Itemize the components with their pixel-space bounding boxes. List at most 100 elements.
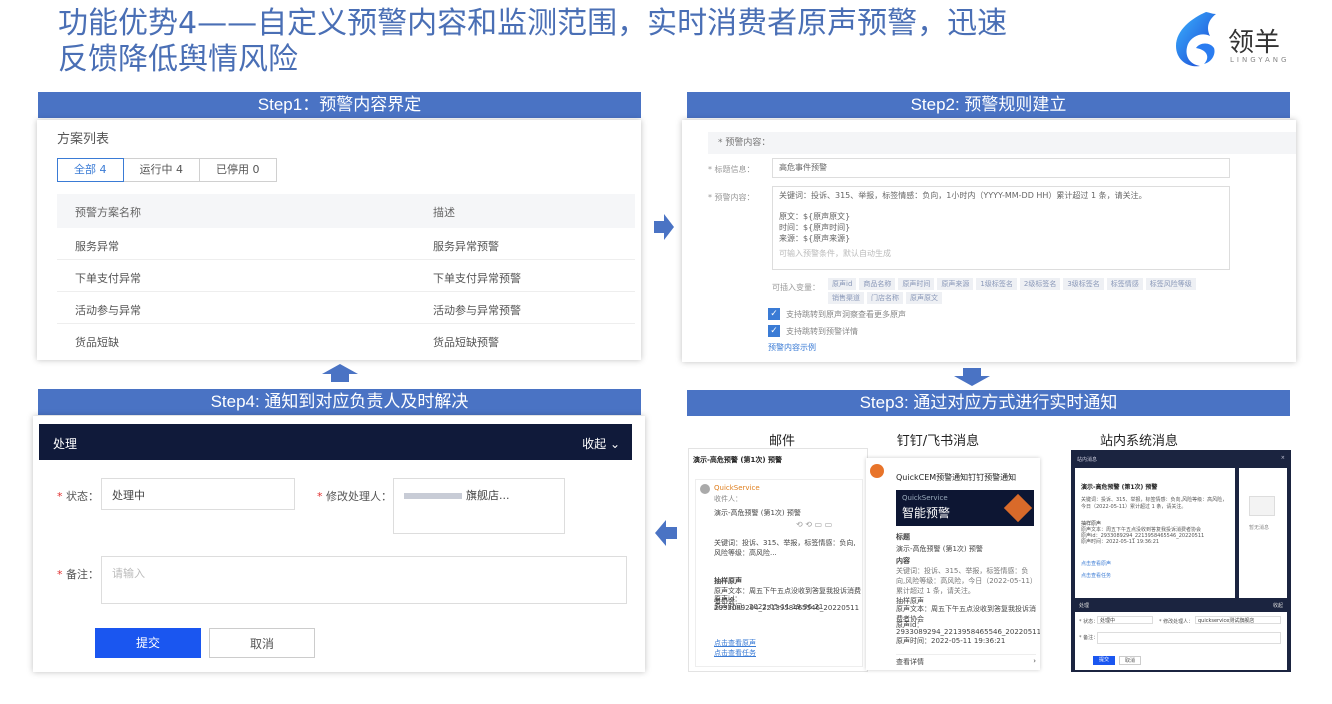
check-label: 支持跳转到预警详情 bbox=[786, 326, 858, 336]
status-select[interactable]: 处理中 bbox=[101, 478, 295, 510]
check-jump-insight[interactable]: ✓ 支持跳转到原声洞察查看更多原声 bbox=[768, 308, 906, 320]
check-jump-detail[interactable]: ✓ 支持跳转到预警详情 bbox=[768, 325, 858, 337]
slide-title: 功能优势4——自定义预警内容和监测范围，实时消费者原声预警，迅速反馈降低舆情风险 bbox=[58, 6, 1008, 77]
handler-value: 旗舰店... bbox=[466, 489, 510, 502]
arrow-down-icon bbox=[954, 368, 990, 386]
email-body-title: 演示-高危预警 (第1次) 预警 bbox=[714, 509, 801, 517]
table-row[interactable]: 下单支付异常 下单支付异常预警 bbox=[57, 260, 635, 292]
var-chip[interactable]: 1级标签名 bbox=[976, 278, 1017, 290]
sys-status-select[interactable]: 处理中 bbox=[1097, 616, 1153, 624]
email-sample-time: 原声时间：2022-05-11 19:36:21 bbox=[714, 603, 824, 611]
remark-textarea[interactable]: 请输入 bbox=[101, 556, 627, 604]
avatar bbox=[700, 484, 710, 494]
alert-example-link[interactable]: 预警内容示例 bbox=[768, 342, 816, 353]
email-sender: QuickService bbox=[714, 484, 760, 492]
sys-link-task[interactable]: 点击查看任务 bbox=[1081, 572, 1111, 579]
cell-name: 货品短缺 bbox=[75, 336, 119, 349]
step1-bar: Step1：预警内容界定 bbox=[38, 92, 641, 118]
email-body: QuickService 收件人： 演示-高危预警 (第1次) 预警 ⟲ ⟲ ▭… bbox=[695, 479, 863, 667]
email-action-icons[interactable]: ⟲ ⟲ ▭ ▭ bbox=[796, 520, 832, 529]
vars-label: 可插入变量： bbox=[772, 283, 820, 292]
cell-name: 活动参与异常 bbox=[75, 304, 141, 317]
var-chip[interactable]: 原声时间 bbox=[898, 278, 935, 290]
dt-title-label: 标题 bbox=[896, 533, 910, 541]
status-label-text: 状态： bbox=[66, 490, 99, 503]
var-chip[interactable]: 销售渠道 bbox=[828, 292, 864, 304]
dt-content-text: 关键词：投诉、315、举报，标签情感：负向,风险等级：高风险，今日（2022-0… bbox=[896, 567, 1034, 595]
sys-remark-label: * 备注： bbox=[1079, 635, 1099, 641]
sys-side-label: 暂无消息 bbox=[1249, 525, 1270, 531]
var-chip[interactable]: 原声原文 bbox=[906, 292, 942, 304]
title-info-input[interactable]: 高危事件预警 bbox=[772, 158, 1230, 178]
lingyang-logo: 领羊 LINGYANG bbox=[1166, 8, 1296, 74]
alert-content-label: * 预警内容： bbox=[708, 193, 755, 202]
dt-more-link[interactable]: 查看详情 › bbox=[896, 654, 1036, 667]
chevron-down-icon: ⌄ bbox=[609, 437, 620, 451]
alert-content-section: * 预警内容： bbox=[708, 132, 1296, 154]
table-row[interactable]: 服务异常 服务异常预警 bbox=[57, 228, 635, 260]
var-chip[interactable]: 商品名称 bbox=[859, 278, 896, 290]
check-label: 支持跳转到原声洞察查看更多原声 bbox=[786, 309, 906, 319]
dt-sample-id: 2933089294_2213958465546_20220511 bbox=[896, 628, 1040, 636]
content-line: 原文：${原声原文} bbox=[779, 212, 851, 221]
arrow-up-icon bbox=[322, 364, 358, 382]
table-row[interactable]: 货品短缺 货品短缺预警 bbox=[57, 324, 635, 356]
table-row[interactable]: 活动参与异常 活动参与异常预警 bbox=[57, 292, 635, 324]
checkbox-checked-icon[interactable]: ✓ bbox=[768, 325, 780, 337]
submit-button[interactable]: 提交 bbox=[95, 628, 201, 658]
collapse-toggle[interactable]: 收起 ⌄ bbox=[582, 435, 620, 452]
sys-submit-button[interactable]: 提交 bbox=[1093, 656, 1115, 665]
sys-message-body: 演示-高危预警 (第1次) 预警 关键词：投诉、315、举报，标签情感：负向,风… bbox=[1075, 468, 1235, 598]
banner-graphic-icon bbox=[1003, 493, 1033, 523]
alert-content-textarea[interactable]: 关键词：投诉、315、举报，标签情感：负向，1小时内（YYYY-MM-DD HH… bbox=[772, 186, 1230, 270]
system-msg-label: 站内系统消息 bbox=[1099, 434, 1178, 449]
dt-content-label: 内容 bbox=[896, 557, 910, 565]
cell-desc: 活动参与异常预警 bbox=[433, 304, 521, 317]
email-link-original[interactable]: 点击查看原声 bbox=[714, 638, 756, 648]
tab-all[interactable]: 全部 4 bbox=[57, 158, 124, 182]
scheme-list-caption: 方案列表 bbox=[57, 132, 110, 147]
var-chip[interactable]: 3级标签名 bbox=[1063, 278, 1104, 290]
tab-running[interactable]: 运行中 4 bbox=[122, 158, 200, 182]
sys-handler-select[interactable]: quickservice测试旗舰店 bbox=[1195, 616, 1281, 624]
close-icon[interactable]: × bbox=[1281, 455, 1285, 461]
sys-cancel-button[interactable]: 取消 bbox=[1119, 656, 1141, 665]
handler-select[interactable]: 旗舰店... bbox=[393, 478, 565, 534]
dingtalk-banner: QuickService 智能预警 bbox=[896, 490, 1034, 526]
step1-panel: 方案列表 全部 4 运行中 4 已停用 0 预警方案名称 描述 服务异常 服务异… bbox=[37, 120, 641, 360]
logo-sub: LINGYANG bbox=[1230, 56, 1290, 64]
checkbox-checked-icon[interactable]: ✓ bbox=[768, 308, 780, 320]
var-chip[interactable]: 标签情感 bbox=[1106, 278, 1143, 290]
email-link-task[interactable]: 点击查看任务 bbox=[714, 648, 756, 658]
sys-side-panel: 暂无消息 bbox=[1239, 468, 1287, 598]
sys-handler-label: * 修改处理人： bbox=[1159, 619, 1194, 625]
cell-name: 服务异常 bbox=[75, 240, 119, 253]
sys-process-form: * 状态： 处理中 * 修改处理人： quickservice测试旗舰店 * 备… bbox=[1075, 612, 1287, 670]
var-chip[interactable]: 2级标签名 bbox=[1019, 278, 1061, 290]
email-label: 邮件 bbox=[768, 434, 795, 449]
dingtalk-preview: QuickCEM预警通知钉钉预警通知 QuickService 智能预警 标题 … bbox=[866, 458, 1040, 670]
var-chip[interactable]: 标签风险等级 bbox=[1145, 278, 1196, 290]
cell-desc: 下单支付异常预警 bbox=[433, 272, 521, 285]
content-line: 关键词：投诉、315、举报，标签情感：负向，1小时内（YYYY-MM-DD HH… bbox=[779, 191, 1147, 200]
sys-link-original[interactable]: 点击查看原声 bbox=[1081, 560, 1111, 567]
column-header-name: 预警方案名称 bbox=[75, 206, 141, 219]
email-subject: 演示-高危预警 (第1次) 预警 bbox=[693, 456, 783, 464]
sys-panel-collapse[interactable]: 收起 bbox=[1273, 602, 1283, 609]
title-info-label: * 标题信息： bbox=[708, 165, 755, 174]
tab-disabled[interactable]: 已停用 0 bbox=[199, 158, 277, 182]
logo-mark-icon bbox=[1176, 12, 1216, 67]
var-chip[interactable]: 原声来源 bbox=[937, 278, 974, 290]
content-hint: 可输入预警条件，默认自动生成 bbox=[779, 249, 891, 258]
var-chip[interactable]: 原声id bbox=[828, 278, 857, 290]
sys-remark-textarea[interactable] bbox=[1097, 632, 1281, 644]
cell-desc: 货品短缺预警 bbox=[433, 336, 499, 349]
arrow-left-icon bbox=[655, 520, 677, 546]
var-chip[interactable]: 门店名称 bbox=[867, 292, 903, 304]
handler-label-text: 修改处理人： bbox=[326, 490, 392, 503]
dingtalk-label: 钉钉/飞书消息 bbox=[896, 434, 980, 449]
banner-small: QuickService bbox=[902, 494, 948, 502]
email-sample-title: 抽样原声 bbox=[714, 577, 742, 585]
column-header-desc: 描述 bbox=[433, 206, 455, 219]
cancel-button[interactable]: 取消 bbox=[209, 628, 315, 658]
